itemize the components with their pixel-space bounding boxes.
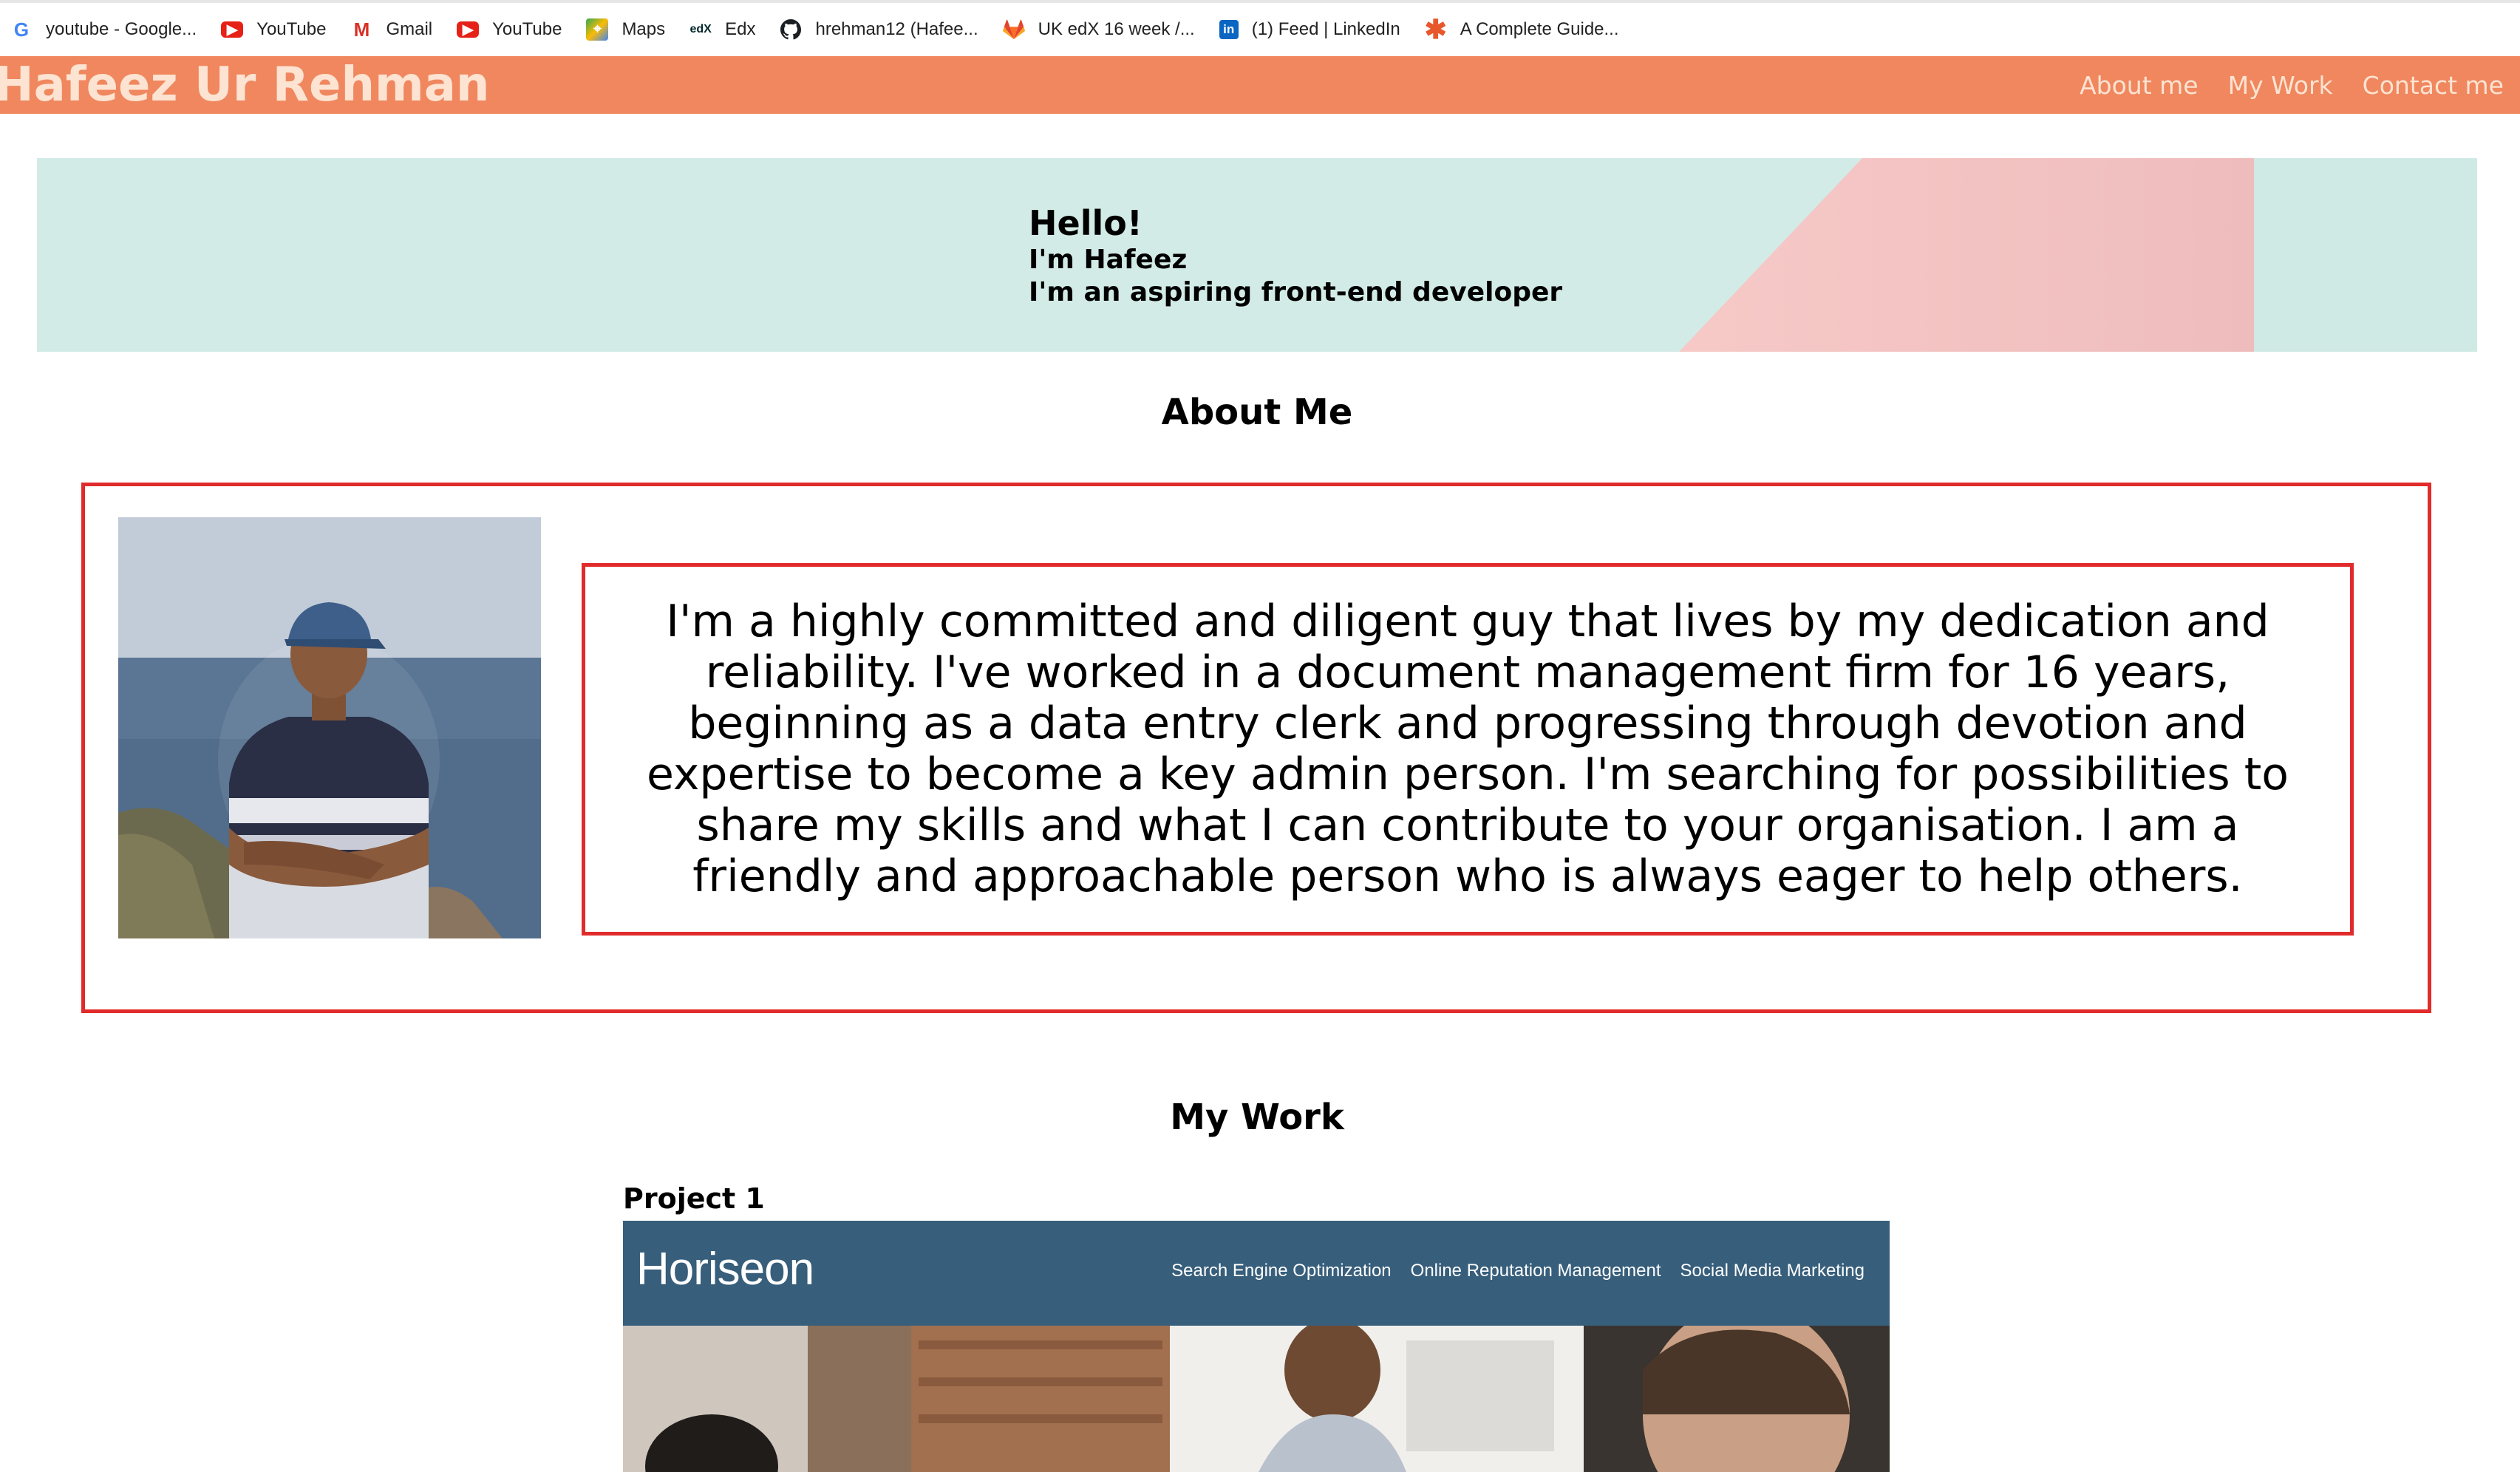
youtube-icon: ▶ bbox=[221, 21, 244, 38]
bookmark-google-search[interactable]: G youtube - Google... bbox=[10, 18, 197, 41]
asterisk-icon: ✱ bbox=[1424, 14, 1447, 44]
project-nav-item: Social Media Marketing bbox=[1680, 1261, 1865, 1281]
hero-text: Hello! I'm Hafeez I'm an aspiring front-… bbox=[1029, 202, 1562, 309]
project-hero-photo bbox=[623, 1326, 1890, 1472]
bookmarks-bar: G youtube - Google... ▶ YouTube M Gmail … bbox=[0, 0, 2520, 56]
bookmark-label: Gmail bbox=[386, 19, 433, 39]
linkedin-icon: in bbox=[1219, 20, 1239, 39]
site-brand[interactable]: Hafeez Ur Rehman bbox=[0, 58, 489, 112]
nav-link-about[interactable]: About me bbox=[2080, 71, 2199, 100]
about-section: I'm a highly committed and diligent guy … bbox=[81, 483, 2431, 1013]
bookmark-github[interactable]: hrehman12 (Hafee... bbox=[780, 18, 978, 41]
bookmark-linkedin[interactable]: in (1) Feed | LinkedIn bbox=[1219, 19, 1400, 40]
bookmark-label: youtube - Google... bbox=[46, 19, 197, 39]
hero-role: I'm an aspiring front-end developer bbox=[1029, 277, 1563, 307]
bookmark-edx[interactable]: edX Edx bbox=[689, 18, 755, 41]
site-nav: About me My Work Contact me bbox=[2050, 71, 2504, 100]
youtube-icon: ▶ bbox=[457, 21, 480, 38]
project-nav-item: Search Engine Optimization bbox=[1171, 1261, 1392, 1281]
about-text-box: I'm a highly committed and diligent guy … bbox=[582, 563, 2354, 936]
bookmark-label: (1) Feed | LinkedIn bbox=[1251, 19, 1400, 39]
nav-link-work[interactable]: My Work bbox=[2228, 71, 2333, 100]
bookmark-complete-guide[interactable]: ✱ A Complete Guide... bbox=[1424, 14, 1619, 44]
google-icon: G bbox=[10, 18, 33, 41]
gitlab-icon bbox=[1002, 18, 1025, 41]
about-text: I'm a highly committed and diligent guy … bbox=[647, 596, 2289, 902]
about-title: About Me bbox=[1161, 392, 1353, 433]
project-screenshot[interactable]: Horiseon Search Engine Optimization Onli… bbox=[623, 1221, 1890, 1472]
project-site-nav: Search Engine Optimization Online Reputa… bbox=[1152, 1261, 1865, 1281]
site-header: Hafeez Ur Rehman About me My Work Contac… bbox=[0, 56, 2520, 114]
hero-intro: I'm Hafeez bbox=[1029, 245, 1188, 275]
project-nav-item: Online Reputation Management bbox=[1410, 1261, 1661, 1281]
bookmark-label: YouTube bbox=[256, 19, 327, 39]
profile-photo bbox=[118, 517, 541, 938]
bookmark-label: YouTube bbox=[492, 19, 562, 39]
bookmark-maps[interactable]: ⌖ Maps bbox=[586, 18, 665, 41]
bookmark-gmail[interactable]: M Gmail bbox=[350, 18, 432, 41]
work-title: My Work bbox=[1170, 1097, 1344, 1138]
bookmark-label: hrehman12 (Hafee... bbox=[815, 19, 978, 39]
project-site-header: Horiseon Search Engine Optimization Onli… bbox=[623, 1221, 1890, 1326]
hero-greeting: Hello! bbox=[1029, 203, 1142, 243]
edx-icon: edX bbox=[689, 18, 712, 41]
gmail-icon: M bbox=[350, 18, 373, 41]
nav-link-contact[interactable]: Contact me bbox=[2363, 71, 2504, 100]
bookmark-youtube[interactable]: ▶ YouTube bbox=[221, 19, 326, 40]
github-icon bbox=[780, 18, 803, 41]
bookmark-label: UK edX 16 week /... bbox=[1038, 19, 1195, 39]
project-site-logo: Horiseon bbox=[636, 1244, 814, 1295]
bookmark-gitlab[interactable]: UK edX 16 week /... bbox=[1002, 18, 1195, 41]
bookmark-label: Edx bbox=[725, 19, 756, 39]
bookmark-youtube-2[interactable]: ▶ YouTube bbox=[457, 19, 562, 40]
bookmark-label: Maps bbox=[622, 19, 666, 39]
project-label: Project 1 bbox=[623, 1182, 765, 1215]
bookmark-label: A Complete Guide... bbox=[1460, 19, 1619, 39]
profile-photo-illustration bbox=[118, 517, 541, 938]
maps-icon: ⌖ bbox=[586, 18, 609, 41]
hero-banner: Hello! I'm Hafeez I'm an aspiring front-… bbox=[37, 158, 2477, 352]
